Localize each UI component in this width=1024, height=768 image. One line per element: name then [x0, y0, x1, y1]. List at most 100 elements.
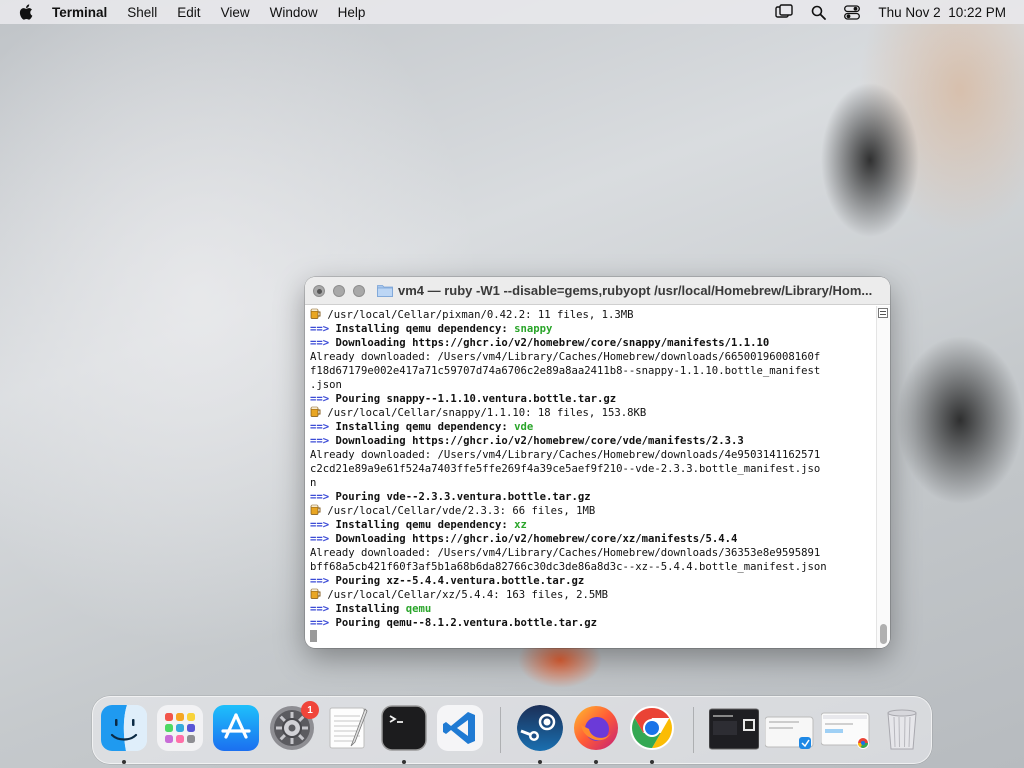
dock-minimized-window-light[interactable] — [764, 705, 815, 751]
arrow-prefix: ==> — [310, 323, 330, 335]
dock-chrome[interactable] — [629, 705, 675, 764]
terminal-output[interactable]: /usr/local/Cellar/pixman/0.42.2: 11 file… — [305, 306, 876, 648]
terminal-line: bff68a5cb421f60f3af5b1a68b6da82766c30dc3… — [310, 560, 876, 574]
control-center-icon[interactable] — [844, 4, 861, 20]
window-thumbnail-icon — [708, 708, 760, 750]
menu-edit[interactable]: Edit — [177, 5, 200, 20]
terminal-line-text: c2cd21e89a9e61f524a7403ffe5ffe269f4a39ce… — [310, 463, 821, 475]
arrow-prefix: ==> — [310, 421, 330, 433]
terminal-line: ==> Downloading https://ghcr.io/v2/homeb… — [310, 336, 876, 350]
beer-mug-icon — [310, 406, 321, 417]
app-store-icon — [213, 705, 259, 751]
arrow-prefix: ==> — [310, 435, 330, 447]
close-button[interactable] — [313, 284, 325, 297]
terminal-line: ==> Installing qemu — [310, 602, 876, 616]
terminal-line-text: Pouring qemu--8.1.2.ventura.bottle.tar.g… — [335, 617, 598, 629]
clock-date[interactable]: Thu Nov 2 10:22 PM — [878, 5, 1006, 20]
terminal-line-text: .json — [310, 379, 342, 391]
terminal-line: ==> Pouring vde--2.3.3.ventura.bottle.ta… — [310, 490, 876, 504]
system-settings-icon: 1 — [269, 701, 319, 751]
terminal-line-text: Pouring vde--2.3.3.ventura.bottle.tar.gz — [335, 491, 591, 503]
folder-icon — [377, 285, 393, 297]
terminal-line-text: Installing qemu dependency: — [335, 421, 515, 433]
dock-textedit[interactable] — [325, 705, 371, 751]
terminal-line: ==> Installing qemu dependency: snappy — [310, 322, 876, 336]
notification-badge: 1 — [301, 701, 319, 719]
terminal-line-text: Downloading https://ghcr.io/v2/homebrew/… — [335, 435, 744, 447]
dock-minimized-window-dark[interactable] — [708, 705, 760, 751]
terminal-line: Already downloaded: /Users/vm4/Library/C… — [310, 546, 876, 560]
dock-finder[interactable] — [101, 705, 147, 764]
dock-separator — [693, 707, 694, 753]
terminal-line: Already downloaded: /Users/vm4/Library/C… — [310, 448, 876, 462]
terminal-line-text: Installing qemu dependency: — [335, 323, 515, 335]
menu-bar: Terminal Shell Edit View Window Help Thu… — [0, 0, 1024, 24]
package-name: xz — [514, 519, 527, 531]
firefox-icon — [573, 705, 619, 751]
vscode-icon — [437, 705, 483, 751]
menu-help[interactable]: Help — [338, 5, 366, 20]
dock-minimized-window-chrome[interactable] — [820, 705, 871, 751]
running-indicator — [402, 760, 406, 764]
menu-app-name[interactable]: Terminal — [52, 5, 107, 20]
dock-separator — [500, 707, 501, 753]
terminal-line: ==> Pouring snappy--1.1.10.ventura.bottl… — [310, 392, 876, 406]
scroll-split-icon[interactable] — [878, 308, 888, 318]
screen-mirroring-icon[interactable] — [775, 4, 794, 20]
dock-trash[interactable] — [879, 705, 925, 751]
running-indicator — [122, 760, 126, 764]
minimize-button[interactable] — [333, 284, 345, 297]
terminal-line-text: Already downloaded: /Users/vm4/Library/C… — [310, 449, 821, 461]
dock-firefox[interactable] — [573, 705, 619, 764]
chrome-icon — [629, 705, 675, 751]
arrow-prefix: ==> — [310, 603, 330, 615]
menu-view[interactable]: View — [221, 5, 250, 20]
window-thumbnail-icon — [820, 712, 870, 749]
terminal-line: /usr/local/Cellar/vde/2.3.3: 66 files, 1… — [310, 504, 876, 518]
terminal-window[interactable]: vm4 — ruby -W1 --disable=gems,rubyopt /u… — [305, 277, 890, 648]
apple-menu-icon[interactable] — [18, 3, 36, 21]
text-cursor — [310, 630, 317, 642]
package-name: vde — [514, 421, 534, 433]
terminal-line-text: /usr/local/Cellar/vde/2.3.3: 66 files, 1… — [321, 505, 596, 517]
terminal-line: ==> Pouring xz--5.4.4.ventura.bottle.tar… — [310, 574, 876, 588]
dock-steam[interactable] — [517, 705, 563, 764]
terminal-line-text: Already downloaded: /Users/vm4/Library/C… — [310, 547, 821, 559]
prompt-line — [310, 630, 876, 644]
launchpad-icon — [157, 705, 203, 751]
menu-window[interactable]: Window — [270, 5, 318, 20]
terminal-line-text: bff68a5cb421f60f3af5b1a68b6da82766c30dc3… — [310, 561, 827, 573]
terminal-line: ==> Downloading https://ghcr.io/v2/homeb… — [310, 532, 876, 546]
menubar-time: 10:22 PM — [948, 4, 1006, 20]
terminal-line-text: Installing — [335, 603, 406, 615]
window-thumbnail-icon — [764, 716, 814, 749]
menu-shell[interactable]: Shell — [127, 5, 157, 20]
dock-launchpad[interactable] — [157, 705, 203, 751]
running-indicator — [594, 760, 598, 764]
scroll-thumb[interactable] — [880, 624, 887, 644]
dock-vscode[interactable] — [437, 705, 483, 751]
window-titlebar[interactable]: vm4 — ruby -W1 --disable=gems,rubyopt /u… — [305, 277, 890, 305]
terminal-line-text: Downloading https://ghcr.io/v2/homebrew/… — [335, 337, 770, 349]
arrow-prefix: ==> — [310, 617, 330, 629]
terminal-line: ==> Pouring qemu--8.1.2.ventura.bottle.t… — [310, 616, 876, 630]
terminal-line-text: Downloading https://ghcr.io/v2/homebrew/… — [335, 533, 738, 545]
window-title: vm4 — ruby -W1 --disable=gems,rubyopt /u… — [398, 283, 873, 298]
vertical-scrollbar[interactable] — [876, 306, 890, 648]
dock-system-settings[interactable]: 1 — [269, 701, 319, 751]
zoom-button[interactable] — [353, 284, 365, 297]
terminal-line: /usr/local/Cellar/snappy/1.1.10: 18 file… — [310, 406, 876, 420]
dock: 1 — [92, 696, 932, 764]
beer-mug-icon — [310, 504, 321, 515]
textedit-icon — [325, 705, 371, 751]
terminal-line-text: Pouring snappy--1.1.10.ventura.bottle.ta… — [335, 393, 617, 405]
terminal-line: /usr/local/Cellar/xz/5.4.4: 163 files, 2… — [310, 588, 876, 602]
terminal-line: c2cd21e89a9e61f524a7403ffe5ffe269f4a39ce… — [310, 462, 876, 476]
arrow-prefix: ==> — [310, 575, 330, 587]
trash-icon — [887, 709, 917, 750]
terminal-line-text: f18d67179e002e417a71c59707d74a6706c2e89a… — [310, 365, 821, 377]
terminal-line-text: Pouring xz--5.4.4.ventura.bottle.tar.gz — [335, 575, 585, 587]
spotlight-search-icon[interactable] — [811, 5, 827, 20]
dock-terminal[interactable] — [381, 705, 427, 764]
dock-app-store[interactable] — [213, 705, 259, 751]
